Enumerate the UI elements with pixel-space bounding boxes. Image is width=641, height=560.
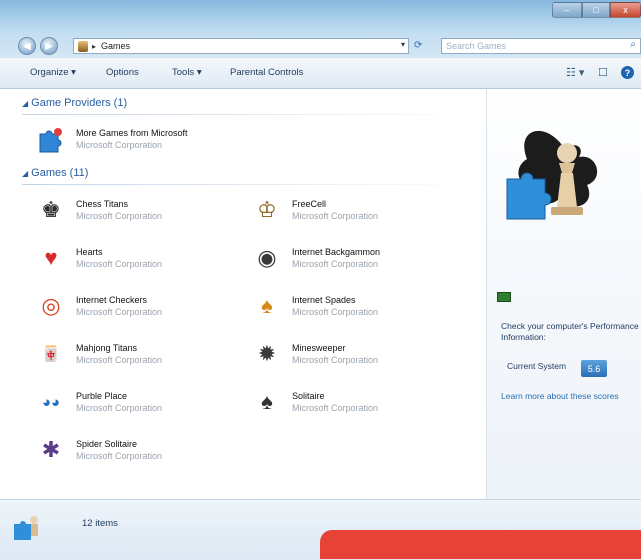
- item-publisher: Microsoft Corporation: [292, 307, 379, 317]
- games-folder-icon: [78, 40, 88, 52]
- organize-menu[interactable]: Organize ▾: [30, 67, 76, 78]
- section-divider: [22, 184, 482, 185]
- minimize-button[interactable]: –: [552, 2, 582, 18]
- address-dropdown-icon[interactable]: ▾: [401, 40, 405, 49]
- mahjong-icon: 🀄: [41, 345, 61, 363]
- backgammon-icon: ◉: [257, 245, 277, 270]
- item-name: Spider Solitaire: [76, 439, 138, 449]
- spider-icon: ✱: [41, 437, 61, 462]
- learn-more-link[interactable]: Learn more about these scores: [501, 391, 636, 402]
- solitaire-icon: ♠: [261, 389, 273, 414]
- item-publisher: Microsoft Corporation: [76, 307, 163, 317]
- section-games[interactable]: ◢ Games (11): [22, 167, 88, 179]
- preview-pane-icon[interactable]: ☐: [598, 66, 608, 79]
- games-small-icon: [12, 512, 42, 540]
- forward-button[interactable]: ▶: [40, 37, 58, 55]
- game-list-item[interactable]: ♚ Chess Titans Microsoft Corporation: [36, 193, 236, 233]
- search-input[interactable]: [442, 39, 616, 53]
- game-list-item[interactable]: ◎ Internet Checkers Microsoft Corporation: [36, 289, 236, 329]
- section-game-providers[interactable]: ◢ Game Providers (1): [22, 97, 127, 109]
- games-list-pane: ◢ Game Providers (1) More Games from Micr…: [0, 89, 486, 499]
- refresh-icon[interactable]: ⟳: [414, 40, 422, 51]
- game-list-item[interactable]: ✱ Spider Solitaire Microsoft Corporation: [36, 433, 236, 473]
- command-toolbar: Organize ▾ Options Tools ▾ Parental Cont…: [0, 58, 641, 89]
- close-button[interactable]: x: [610, 2, 641, 18]
- collapse-arrow-icon[interactable]: ◢: [22, 169, 28, 178]
- game-list-item[interactable]: ♥ Hearts Microsoft Corporation: [36, 241, 236, 281]
- section-divider: [22, 114, 482, 115]
- item-publisher: Microsoft Corporation: [292, 211, 379, 221]
- view-options-icon[interactable]: ☷ ▾: [566, 66, 584, 79]
- game-list-item[interactable]: ♔ FreeCell Microsoft Corporation: [252, 193, 452, 233]
- title-bar: – □ x: [0, 0, 641, 34]
- item-publisher: Microsoft Corporation: [76, 451, 163, 461]
- current-system-label: Current System: [507, 361, 567, 371]
- maximize-button[interactable]: □: [582, 2, 610, 18]
- options-button[interactable]: Options: [106, 67, 139, 78]
- checkers-icon: ◎: [41, 293, 61, 318]
- performance-info-text: Check your computer's Performance Inform…: [501, 321, 639, 342]
- item-publisher: Microsoft Corporation: [292, 403, 379, 413]
- item-name: Minesweeper: [292, 343, 346, 353]
- spades-icon: ♠: [261, 293, 273, 318]
- section-title: Game Providers (1): [31, 97, 128, 109]
- game-list-item[interactable]: ♠ Internet Spades Microsoft Corporation: [252, 289, 452, 329]
- back-icon: ◀: [23, 40, 31, 52]
- search-icon[interactable]: ⌕: [630, 39, 636, 50]
- list-item-more-games[interactable]: More Games from Microsoft Microsoft Corp…: [36, 122, 236, 162]
- chess-icon: ♚: [41, 197, 61, 222]
- item-name: Purble Place: [76, 391, 128, 401]
- item-name: Mahjong Titans: [76, 343, 138, 353]
- help-icon[interactable]: ?: [621, 66, 634, 79]
- item-name: Internet Spades: [292, 295, 356, 305]
- puzzle-icon: [36, 124, 66, 154]
- item-name: Chess Titans: [76, 199, 129, 209]
- rating-flag-icon: [497, 292, 511, 302]
- search-box[interactable]: ⌕: [441, 38, 641, 54]
- address-bar[interactable]: ▸ Games ▾: [73, 38, 409, 54]
- collapse-arrow-icon[interactable]: ◢: [22, 99, 28, 108]
- item-publisher: Microsoft Corporation: [292, 259, 379, 269]
- game-list-item[interactable]: ✹ Minesweeper Microsoft Corporation: [252, 337, 452, 377]
- game-list-item[interactable]: ◉ Internet Backgammon Microsoft Corporatio…: [252, 241, 452, 281]
- item-count: 12 items: [82, 518, 118, 529]
- forward-icon: ▶: [45, 40, 53, 52]
- purble-icon: ◕◕: [41, 393, 61, 411]
- item-name: FreeCell: [292, 199, 327, 209]
- item-publisher: Microsoft Corporation: [76, 140, 163, 150]
- section-title: Games (11): [31, 167, 89, 179]
- hearts-icon: ♥: [44, 245, 58, 270]
- item-name: Internet Checkers: [76, 295, 148, 305]
- freecell-icon: ♔: [257, 197, 277, 222]
- item-publisher: Microsoft Corporation: [292, 355, 379, 365]
- game-list-item[interactable]: ♠ Solitaire Microsoft Corporation: [252, 385, 452, 425]
- games-artwork: [505, 119, 640, 239]
- back-button[interactable]: ◀: [18, 37, 36, 55]
- item-publisher: Microsoft Corporation: [76, 211, 163, 221]
- item-name: More Games from Microsoft: [76, 128, 188, 138]
- performance-score-badge[interactable]: 5.6: [581, 360, 607, 377]
- item-name: Internet Backgammon: [292, 247, 381, 257]
- item-publisher: Microsoft Corporation: [76, 259, 163, 269]
- game-list-item[interactable]: ◕◕ Purble Place Microsoft Corporation: [36, 385, 236, 425]
- preview-pane: Check your computer's Performance Inform…: [486, 89, 641, 499]
- breadcrumb-games[interactable]: Games: [101, 41, 130, 51]
- red-banner: [320, 530, 641, 559]
- game-list-item[interactable]: 🀄 Mahjong Titans Microsoft Corporation: [36, 337, 236, 377]
- item-publisher: Microsoft Corporation: [76, 355, 163, 365]
- item-name: Hearts: [76, 247, 103, 257]
- navigation-bar: ◀ ▶ ▸ Games ▾ ⟳ ⌕: [0, 34, 641, 58]
- parental-controls-button[interactable]: Parental Controls: [230, 67, 303, 78]
- tools-menu[interactable]: Tools ▾: [172, 67, 202, 78]
- item-name: Solitaire: [292, 391, 325, 401]
- minesweeper-icon: ✹: [257, 341, 277, 366]
- item-publisher: Microsoft Corporation: [76, 403, 163, 413]
- breadcrumb-separator-icon[interactable]: ▸: [92, 42, 96, 51]
